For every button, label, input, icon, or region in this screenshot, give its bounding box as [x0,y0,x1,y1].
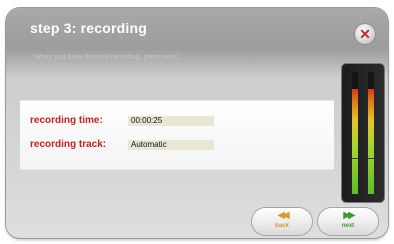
recording-form: recording time: 00:00:25 recording track… [20,100,334,170]
instruction-main: When you have finished recording, press [34,54,163,61]
left-channel-level [352,89,358,194]
left-channel-meter [352,72,358,194]
recording-track-field[interactable]: Automatic [128,140,214,150]
close-icon: ✕ [359,26,371,42]
close-button[interactable]: ✕ [355,24,375,44]
level-meter [342,64,384,202]
fast-forward-icon: ▶▶ [343,210,355,221]
rewind-icon: ◀◀ [277,210,289,221]
right-channel-level [368,89,374,194]
back-label: back [275,223,289,229]
meter-tick [352,158,358,159]
recording-track-label: recording track: [30,139,107,150]
next-label: next [341,223,355,229]
back-button[interactable]: ◀◀ back [252,208,312,235]
right-channel-meter [368,72,374,194]
next-button[interactable]: ▶▶ next [318,208,378,235]
recording-dialog: step 3: recording ✕ When you have finish… [6,8,388,238]
dialog-title: step 3: recording [30,20,147,36]
recording-time-label: recording time: [30,115,103,126]
recording-time-field: 00:00:25 [128,116,214,126]
instruction-text: When you have finished recording, press … [34,54,179,61]
instruction-emphasis: next. [162,54,180,61]
meter-tick [368,158,374,159]
